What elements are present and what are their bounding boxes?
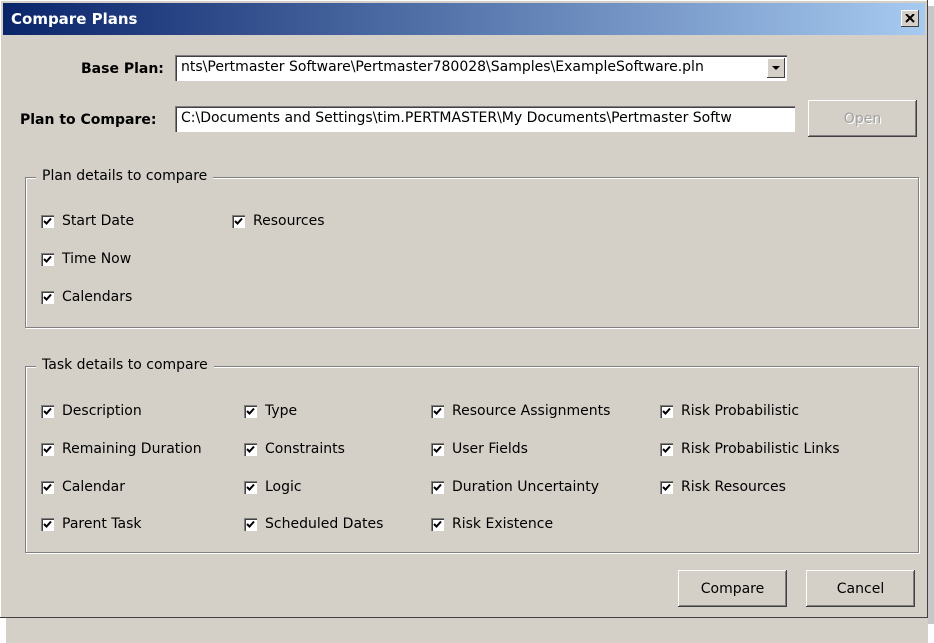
checkbox-parent-task[interactable]: Parent Task [41, 516, 141, 532]
checkbox-start-date[interactable]: Start Date [41, 213, 134, 229]
checkbox-user-fields[interactable]: User Fields [431, 441, 528, 457]
base-plan-label: Base Plan: [81, 61, 164, 77]
checkbox-remaining-duration[interactable]: Remaining Duration [41, 441, 202, 457]
checkbox-constraints[interactable]: Constraints [244, 441, 345, 457]
checkmark-icon [433, 407, 442, 415]
compare-plans-dialog: Compare Plans Base Plan: nts\Pertmaster … [0, 0, 928, 618]
checkbox-box[interactable] [41, 517, 54, 531]
checkmark-icon [43, 293, 52, 301]
checkbox-description[interactable]: Description [41, 403, 142, 419]
checkbox-box[interactable] [41, 214, 54, 228]
checkbox-label: Logic [265, 479, 302, 495]
dialog-shadow-bottom [6, 618, 928, 643]
plan-to-compare-value: C:\Documents and Settings\tim.PERTMASTER… [181, 110, 732, 126]
checkbox-label: Risk Probabilistic [681, 403, 800, 419]
checkbox-scheduled-dates[interactable]: Scheduled Dates [244, 516, 383, 532]
checkbox-time-now[interactable]: Time Now [41, 251, 131, 267]
checkbox-box[interactable] [660, 442, 673, 456]
checkmark-icon [43, 445, 52, 453]
checkbox-risk-resources[interactable]: Risk Resources [660, 479, 786, 495]
base-plan-combo[interactable]: nts\Pertmaster Software\Pertmaster780028… [175, 55, 787, 81]
checkbox-box[interactable] [244, 404, 257, 418]
checkbox-label: Remaining Duration [62, 441, 202, 457]
checkmark-icon [662, 483, 671, 491]
plan-details-group: Plan details to compare [25, 168, 919, 328]
dialog-shadow-right [928, 6, 934, 618]
plan-to-compare-input[interactable]: C:\Documents and Settings\tim.PERTMASTER… [175, 106, 795, 132]
checkbox-duration-uncertainty[interactable]: Duration Uncertainty [431, 479, 599, 495]
checkmark-icon [433, 520, 442, 528]
checkbox-label: Resources [253, 213, 325, 229]
close-icon [905, 14, 915, 23]
checkbox-label: Risk Existence [452, 516, 554, 532]
compare-button[interactable]: Compare [678, 570, 787, 607]
checkbox-risk-existence[interactable]: Risk Existence [431, 516, 553, 532]
checkbox-resources[interactable]: Resources [232, 213, 325, 229]
checkmark-icon [43, 255, 52, 263]
checkbox-risk-probabilistic-links[interactable]: Risk Probabilistic Links [660, 441, 839, 457]
cancel-button[interactable]: Cancel [806, 570, 915, 607]
checkbox-box[interactable] [660, 480, 673, 494]
checkbox-calendars[interactable]: Calendars [41, 289, 132, 305]
checkmark-icon [246, 483, 255, 491]
checkmark-icon [433, 483, 442, 491]
checkbox-box[interactable] [244, 480, 257, 494]
checkbox-box[interactable] [41, 480, 54, 494]
checkmark-icon [43, 483, 52, 491]
checkbox-box[interactable] [244, 442, 257, 456]
open-button[interactable]: Open [808, 100, 917, 137]
checkmark-icon [43, 217, 52, 225]
checkbox-box[interactable] [41, 404, 54, 418]
checkbox-box[interactable] [431, 404, 444, 418]
checkbox-label: Risk Probabilistic Links [681, 441, 840, 457]
checkbox-label: Duration Uncertainty [452, 479, 600, 495]
checkbox-label: Risk Resources [681, 479, 786, 495]
checkmark-icon [662, 407, 671, 415]
checkbox-resource-assignments[interactable]: Resource Assignments [431, 403, 610, 419]
checkbox-label: Calendar [62, 479, 125, 495]
checkbox-box[interactable] [660, 404, 673, 418]
checkbox-label: Start Date [62, 213, 135, 229]
plan-details-title: Plan details to compare [36, 168, 214, 184]
checkbox-type[interactable]: Type [244, 403, 297, 419]
checkmark-icon [43, 520, 52, 528]
checkbox-box[interactable] [232, 214, 245, 228]
plan-to-compare-label: Plan to Compare: [20, 112, 157, 128]
checkbox-box[interactable] [431, 442, 444, 456]
checkmark-icon [234, 217, 243, 225]
checkbox-box[interactable] [41, 252, 54, 266]
window-title: Compare Plans [11, 10, 138, 28]
checkmark-icon [433, 445, 442, 453]
checkbox-box[interactable] [244, 517, 257, 531]
task-details-title: Task details to compare [36, 357, 214, 373]
checkbox-label: Scheduled Dates [265, 516, 384, 532]
checkbox-label: Description [62, 403, 142, 419]
checkmark-icon [246, 407, 255, 415]
checkmark-icon [662, 445, 671, 453]
checkbox-label: Constraints [265, 441, 345, 457]
checkbox-box[interactable] [41, 290, 54, 304]
checkbox-label: Type [265, 403, 298, 419]
checkbox-calendar[interactable]: Calendar [41, 479, 125, 495]
checkbox-box[interactable] [431, 517, 444, 531]
checkmark-icon [43, 407, 52, 415]
checkbox-label: Parent Task [62, 516, 142, 532]
chevron-down-icon [772, 66, 780, 70]
checkbox-label: User Fields [452, 441, 528, 457]
checkbox-box[interactable] [431, 480, 444, 494]
base-plan-dropdown-button[interactable] [767, 58, 785, 78]
checkbox-box[interactable] [41, 442, 54, 456]
checkmark-icon [246, 445, 255, 453]
title-bar[interactable]: Compare Plans [3, 3, 925, 35]
checkbox-label: Resource Assignments [452, 403, 611, 419]
checkbox-risk-probabilistic[interactable]: Risk Probabilistic [660, 403, 799, 419]
close-button[interactable] [901, 10, 919, 27]
checkbox-label: Time Now [62, 251, 132, 267]
checkbox-logic[interactable]: Logic [244, 479, 302, 495]
checkbox-label: Calendars [62, 289, 133, 305]
base-plan-value: nts\Pertmaster Software\Pertmaster780028… [181, 59, 704, 75]
checkmark-icon [246, 520, 255, 528]
